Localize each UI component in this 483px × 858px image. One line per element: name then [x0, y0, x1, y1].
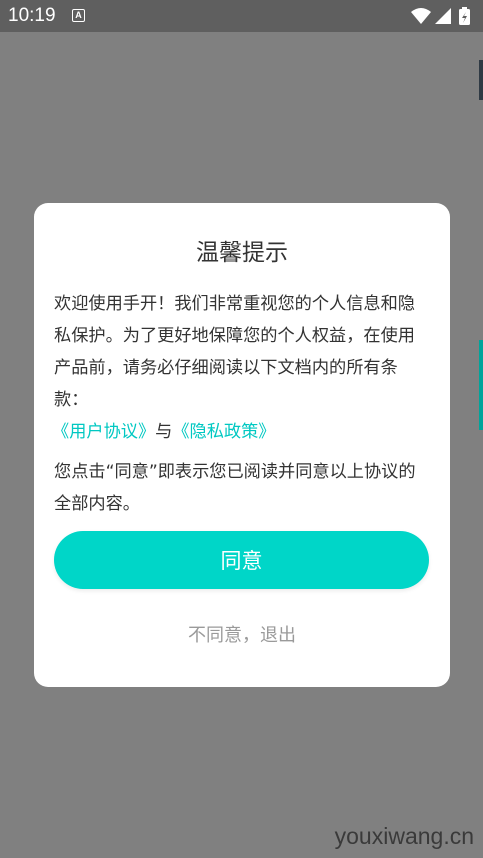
- decline-exit-button[interactable]: 不同意，退出: [34, 621, 450, 647]
- battery-charging-icon: [459, 7, 470, 25]
- dialog-title: 温馨提示: [196, 240, 288, 266]
- conjunction-text: 与: [155, 422, 173, 442]
- background-app-edge: [479, 340, 483, 430]
- agree-button[interactable]: 同意: [54, 531, 429, 589]
- app-notification-icon: A: [72, 9, 85, 22]
- privacy-dialog: 温馨提示 欢迎使用手开！我们非常重视您的个人信息和隐私保护。为了更好地保障您的个…: [34, 203, 450, 687]
- watermark: youxiwang.cn: [334, 823, 474, 849]
- privacy-policy-link[interactable]: 《隐私政策》: [172, 422, 275, 442]
- agreement-links: 《用户协议》与《隐私政策》: [52, 416, 432, 448]
- status-icons: [409, 6, 477, 26]
- status-bar: 10:19 A: [0, 0, 483, 32]
- dialog-body: 欢迎使用手开！我们非常重视您的个人信息和隐私保护。为了更好地保障您的个人权益，在…: [52, 288, 432, 520]
- background-app-edge: [479, 60, 483, 100]
- wifi-icon: [411, 8, 431, 24]
- consent-note: 您点击“同意”即表示您已阅读并同意以上协议的全部内容。: [54, 462, 416, 514]
- dialog-intro-text: 欢迎使用手开！我们非常重视您的个人信息和隐私保护。为了更好地保障您的个人权益，在…: [54, 294, 415, 410]
- status-time: 10:19: [8, 5, 56, 26]
- user-agreement-link[interactable]: 《用户协议》: [52, 422, 155, 442]
- cell-signal-icon: [435, 8, 451, 24]
